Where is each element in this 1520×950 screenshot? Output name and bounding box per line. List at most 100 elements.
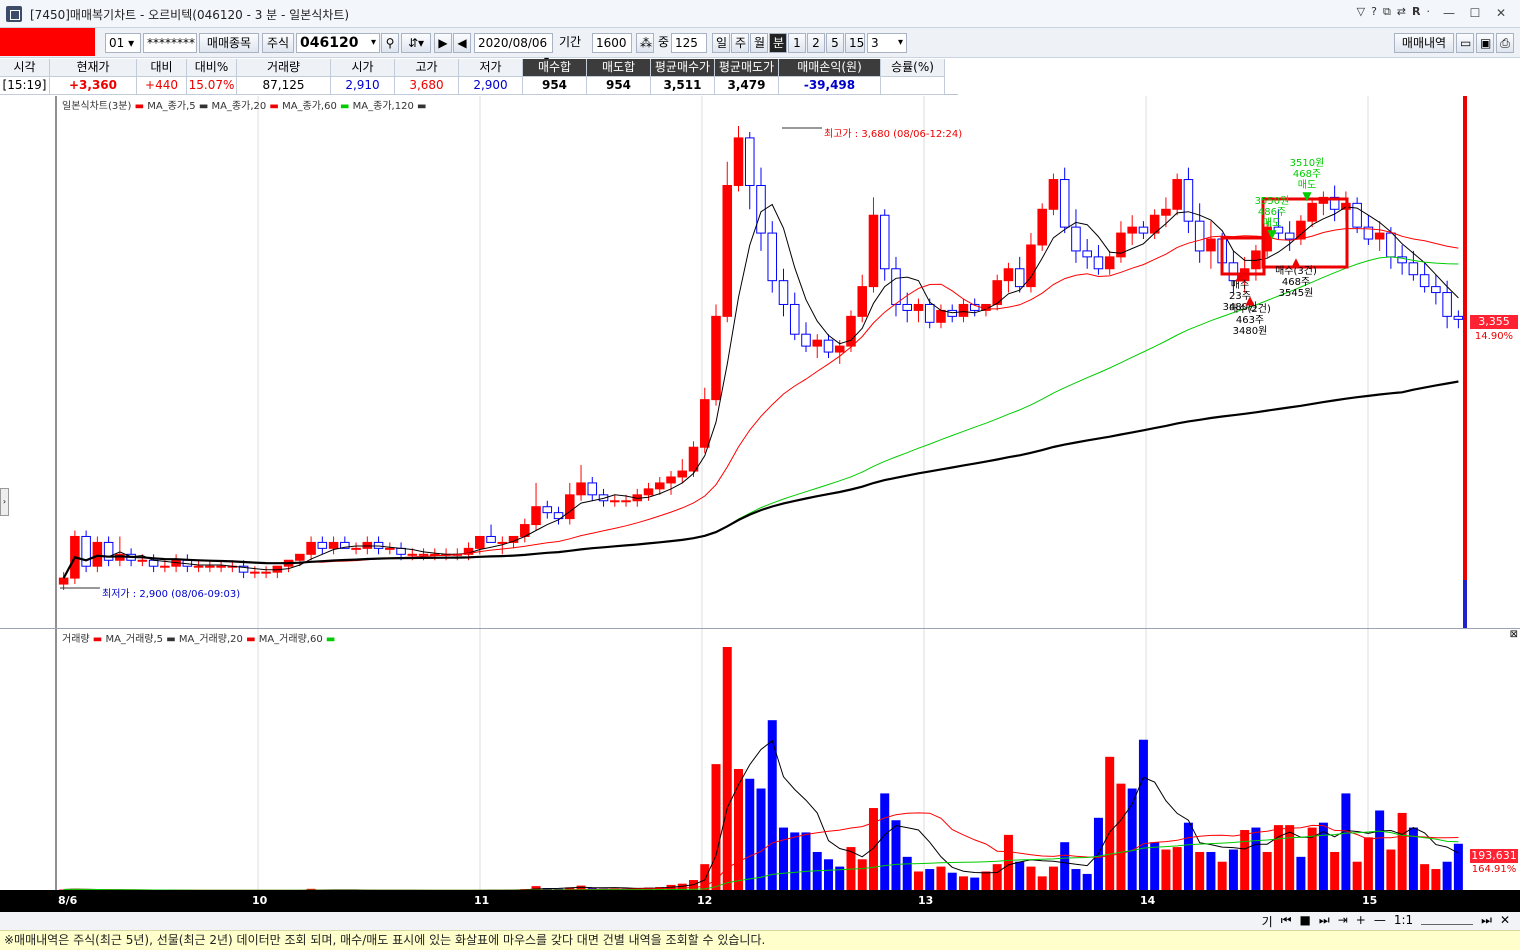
period-input[interactable]: 1600 <box>592 33 632 53</box>
sync-icon[interactable]: ⇄ <box>1397 5 1406 19</box>
print-icon[interactable]: ⎙ <box>1496 33 1514 53</box>
minute-15[interactable]: 15 <box>845 33 865 53</box>
trade-item-button[interactable]: 매매종목 <box>199 33 259 53</box>
prev-icon[interactable]: ◀ <box>453 33 471 53</box>
trade-arrow-icon: ▲ <box>1235 269 1245 283</box>
right-red-bar <box>1463 96 1467 580</box>
volume-bar <box>1195 851 1205 891</box>
volume-bar <box>1138 739 1148 891</box>
candle-body <box>317 541 328 549</box>
quote-value: 954 <box>587 77 651 95</box>
quote-header: 시각 <box>0 59 50 77</box>
forward-icon[interactable]: ⏭ <box>1319 913 1330 930</box>
close-panel-icon[interactable]: ⊠ <box>1510 629 1518 640</box>
volume-bar <box>1071 869 1081 891</box>
candle-body <box>1138 226 1149 234</box>
search-icon[interactable]: ⚲ <box>381 33 399 53</box>
window-title: [7450]매매복기차트 - 오르비텍(046120 - 3 분 - 일본식차트… <box>30 8 350 22</box>
minute-2[interactable]: 2 <box>807 33 825 53</box>
date-input[interactable]: 2020/08/06▾ <box>474 33 553 66</box>
candle-body <box>722 184 733 317</box>
quote-header: 현재가 <box>50 59 137 77</box>
folder-icon[interactable]: ▭ <box>1456 33 1474 53</box>
price-chart[interactable]: 3510원 468주 매도 ▼ 3550원 486주 매도 ▼ 매수(3건) 468주 3545원 ▲… <box>0 96 1520 628</box>
quote-header: 평균매수가 <box>651 59 715 77</box>
history-button[interactable]: 매매내역 <box>1394 33 1454 53</box>
volume-bar <box>801 832 811 891</box>
zoom-slider[interactable] <box>1421 915 1474 925</box>
quote-header: 거래량 <box>237 59 331 77</box>
minimize-icon[interactable]: — <box>1438 4 1460 22</box>
minute-select[interactable]: 3 ▾ <box>867 33 907 53</box>
period-month[interactable]: 월 <box>750 33 768 53</box>
quote-header: 평균매도가 <box>715 59 779 77</box>
trade-mark-text: 3480원 <box>1233 325 1268 337</box>
candle-body <box>924 303 935 323</box>
close-icon[interactable]: ✕ <box>1490 4 1512 22</box>
zoom-in-icon[interactable]: + <box>1356 913 1366 930</box>
volume-bar <box>857 859 867 891</box>
copy-icon[interactable]: ⧉ <box>1383 5 1391 19</box>
trade-mark-text: 3510원 <box>1290 157 1325 169</box>
minute-1[interactable]: 1 <box>788 33 806 53</box>
stop-icon[interactable]: ■ <box>1300 913 1311 930</box>
candle-body <box>418 553 429 556</box>
x-axis: 8/6 10 11 12 13 14 15 <box>0 890 1520 912</box>
title-bar: [7450]매매복기차트 - 오르비텍(046120 - 3 분 - 일본식차트… <box>0 0 1520 28</box>
volume-bar <box>778 827 788 891</box>
period-day[interactable]: 일 <box>712 33 730 53</box>
status-bar: ※매매내역은 주식(최근 5년), 선물(최근 2년) 데이터만 조회 되며, … <box>0 930 1520 950</box>
volume-bar <box>1150 842 1160 891</box>
volume-bar <box>958 876 968 891</box>
question-icon[interactable]: ? <box>1371 5 1377 19</box>
candle-body <box>1127 226 1137 234</box>
save-icon[interactable]: ▣ <box>1476 33 1494 53</box>
candle-body <box>711 315 721 401</box>
settings-icon[interactable]: ⁂ <box>636 33 654 53</box>
sort-icon[interactable]: ⇵▾ <box>401 33 431 53</box>
minute-5[interactable]: 5 <box>826 33 844 53</box>
pin-icon[interactable]: ‧ <box>1427 5 1431 19</box>
help-icon[interactable]: ▽ <box>1357 5 1365 19</box>
account-select[interactable]: 01 ▾ <box>105 33 141 53</box>
count-input[interactable]: 125 <box>671 33 707 53</box>
x-axis-label: 13 <box>918 894 934 907</box>
quote-value: +3,360 <box>50 77 137 95</box>
volume-bar <box>1420 864 1430 891</box>
volume-bar <box>970 877 980 891</box>
candle-body <box>621 500 631 503</box>
volume-bar <box>1341 793 1351 891</box>
volume-bar <box>790 832 800 891</box>
left-expand-handle[interactable]: › <box>0 488 9 516</box>
stock-code-input[interactable]: 046120 ▾ <box>296 33 380 53</box>
maximize-icon[interactable]: ☐ <box>1464 4 1486 22</box>
scroll-right-icon[interactable]: ⇥ <box>1338 913 1348 930</box>
candle-body <box>1172 179 1182 210</box>
candle-body <box>654 482 665 490</box>
volume-bar <box>1048 866 1058 891</box>
candle-body <box>958 303 969 317</box>
trade-mark-text: 463주 <box>1236 315 1264 326</box>
candle-body <box>744 137 755 186</box>
period-minute[interactable]: 분 <box>769 33 787 53</box>
app-icon <box>6 6 22 22</box>
candle-body <box>1104 256 1115 270</box>
mode-label[interactable]: 기 <box>1262 913 1273 930</box>
ratio-label[interactable]: 1:1 <box>1394 913 1413 930</box>
go-end-icon[interactable]: ⏭ <box>1481 913 1492 930</box>
volume-chart[interactable]: 거래량 ▬ MA_거래량,5 ▬ MA_거래량,20 ▬ MA_거래량,60 ▬… <box>0 628 1520 892</box>
close-bottom-icon[interactable]: ✕ <box>1500 913 1510 930</box>
next-icon[interactable]: ▶ <box>434 33 452 53</box>
volume-bar <box>992 864 1002 891</box>
quote-header: 매수합 <box>523 59 587 77</box>
password-field[interactable]: ******** <box>143 33 197 53</box>
quote-header: 시가 <box>331 59 395 77</box>
zoom-out-icon[interactable]: — <box>1374 913 1386 930</box>
volume-bar <box>1352 861 1362 891</box>
candle-body <box>587 482 598 496</box>
market-button[interactable]: 주식 <box>262 33 294 53</box>
rewind-icon[interactable]: ⏮ <box>1281 913 1292 930</box>
period-week[interactable]: 주 <box>731 33 749 53</box>
r-icon[interactable]: R <box>1412 5 1420 19</box>
volume-bar <box>1082 873 1092 891</box>
